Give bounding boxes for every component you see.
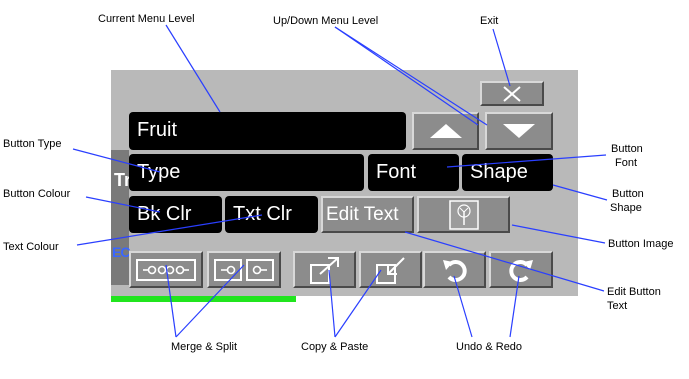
annotation-edit-button-text-line2: Text	[607, 300, 628, 312]
leader-edit-button-text	[404, 231, 605, 292]
annotation-undo-redo: Undo & Redo	[456, 341, 523, 353]
annotation-merge-split: Merge & Split	[171, 341, 238, 353]
leader-button-font	[446, 154, 607, 168]
annotation-edit-button-text-line1: Edit Button	[607, 286, 661, 298]
leader-merge	[165, 264, 177, 338]
annotation-exit: Exit	[480, 15, 499, 27]
leader-button-colour	[85, 196, 161, 213]
annotation-button-shape-line1: Button	[612, 188, 644, 200]
annotation-text-colour: Text Colour	[3, 241, 59, 253]
annotation-up-down-menu-level: Up/Down Menu Level	[273, 15, 379, 27]
leader-button-type	[72, 148, 161, 173]
leader-current-menu-level	[165, 24, 221, 113]
annotation-button-image: Button Image	[608, 238, 674, 250]
annotation-button-type: Button Type	[3, 138, 62, 150]
leader-button-shape	[552, 184, 608, 201]
annotation-leader-lines	[72, 24, 608, 338]
annotation-button-font-line2: Font	[615, 157, 638, 169]
leader-paste	[334, 269, 382, 338]
leader-exit	[492, 28, 511, 87]
annotation-button-shape-line2: Shape	[610, 202, 642, 214]
leader-text-colour	[76, 214, 263, 246]
leader-redo	[509, 275, 520, 338]
annotation-copy-paste: Copy & Paste	[301, 341, 369, 353]
leader-up-menu	[334, 26, 479, 126]
leader-split	[175, 264, 245, 338]
leader-down-menu	[334, 26, 488, 126]
leader-button-image	[511, 224, 606, 244]
leader-copy	[328, 269, 336, 338]
annotation-button-font-line1: Button	[611, 143, 643, 155]
annotation-button-colour: Button Colour	[3, 188, 71, 200]
leader-undo	[453, 275, 473, 338]
annotation-current-menu-level: Current Menu Level	[98, 13, 195, 25]
